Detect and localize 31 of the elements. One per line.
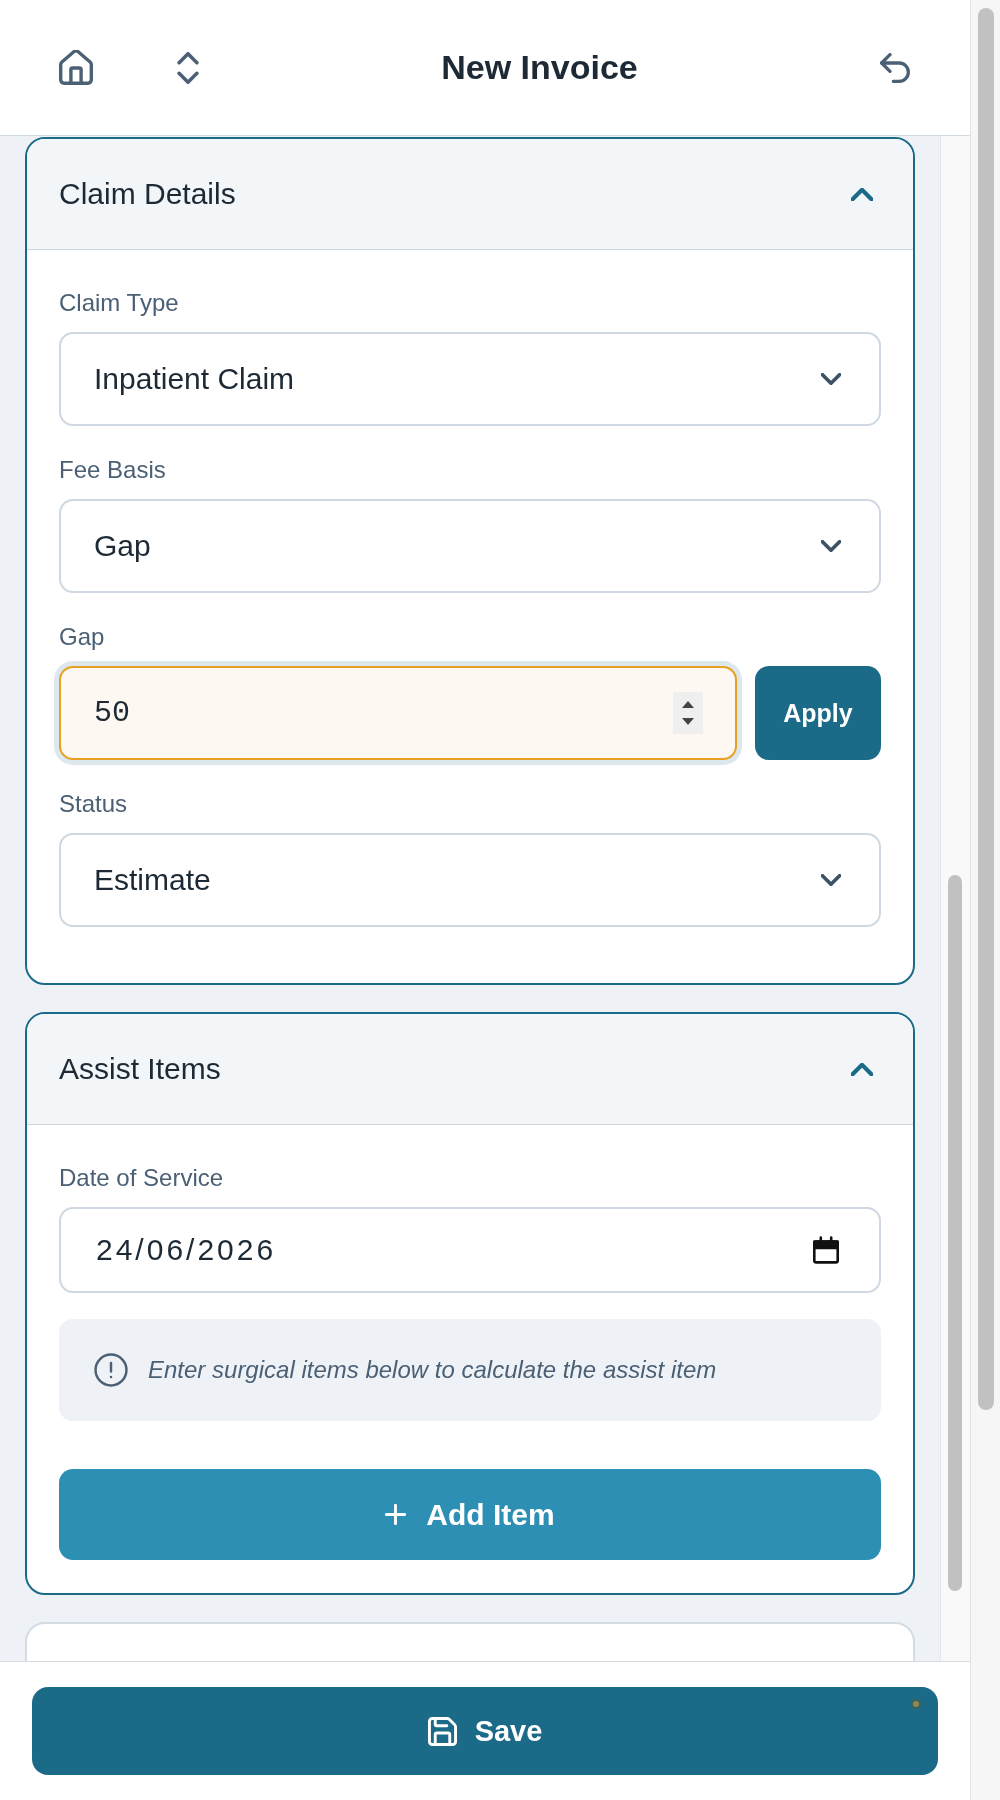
section-header[interactable]: Claim Details xyxy=(27,139,913,250)
dropdown[interactable]: Inpatient Claim xyxy=(59,332,881,426)
status-dot-icon xyxy=(911,1699,921,1709)
dropdown[interactable]: Gap xyxy=(59,499,881,593)
field-label: Date of Service xyxy=(59,1165,225,1191)
chevrons-up-down-icon[interactable] xyxy=(177,51,199,84)
info-text: Enter surgical items below to calculate the assist item xyxy=(148,1356,717,1384)
field-label: Claim Type xyxy=(59,290,180,316)
dropdown[interactable]: Estimate xyxy=(59,833,881,927)
scrollbar-thumb[interactable] xyxy=(978,8,994,1410)
calendar-icon[interactable] xyxy=(813,1236,839,1264)
add-item-button[interactable]: Add Item xyxy=(59,1469,881,1560)
apply-button[interactable]: Apply xyxy=(755,666,881,760)
field-label: Status xyxy=(59,791,129,817)
home-icon[interactable] xyxy=(59,50,93,85)
field-label: Fee Basis xyxy=(59,457,167,483)
chevron-up-icon[interactable] xyxy=(851,1062,873,1076)
undo-icon[interactable] xyxy=(880,52,910,83)
plus-icon xyxy=(385,1504,407,1525)
field-label: Gap xyxy=(59,624,106,650)
stepper-icon[interactable] xyxy=(673,692,703,734)
exclamation-circle-icon xyxy=(94,1353,128,1387)
scrollbar-thumb[interactable] xyxy=(948,875,962,1591)
page-title: New Invoice xyxy=(440,48,639,87)
date-input[interactable]: 24/06/2026 xyxy=(59,1207,881,1293)
chevron-up-icon[interactable] xyxy=(851,187,873,201)
chevron-down-icon xyxy=(821,373,841,385)
chevron-down-icon xyxy=(821,540,841,552)
section-header[interactable]: Assist Items xyxy=(27,1014,913,1125)
chevron-down-icon xyxy=(821,874,841,886)
save-button[interactable]: Save xyxy=(32,1687,938,1775)
